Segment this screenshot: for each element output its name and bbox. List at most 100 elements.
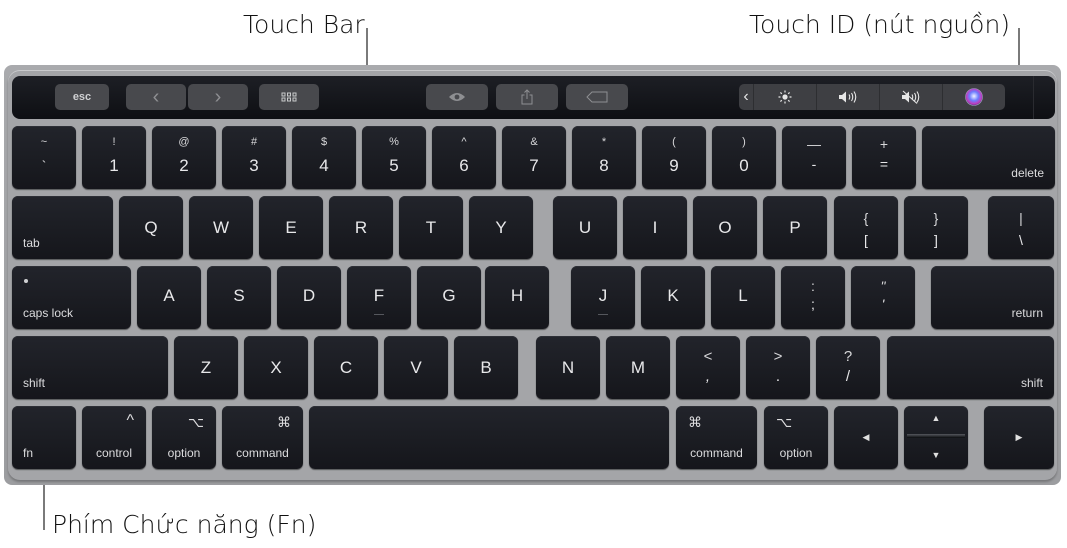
key-tab[interactable]: tab (12, 196, 113, 259)
volume-icon (839, 91, 857, 103)
key-backtick[interactable]: ~ ` (12, 126, 76, 189)
key-5[interactable]: % 5 (362, 126, 426, 189)
key-2[interactable]: @2 (152, 126, 216, 189)
arrow-up-icon[interactable]: ▲ (904, 413, 968, 423)
key-r[interactable]: R (329, 196, 393, 259)
key-3[interactable]: #3 (222, 126, 286, 189)
key-f[interactable]: F (347, 266, 411, 329)
key-g[interactable]: G (417, 266, 481, 329)
key-8[interactable]: * 8 (572, 126, 636, 189)
key-p[interactable]: P (763, 196, 827, 259)
key-y[interactable]: Y (469, 196, 533, 259)
key-4[interactable]: $4 (292, 126, 356, 189)
key-char: ] (934, 232, 938, 248)
key-x[interactable]: X (244, 336, 308, 399)
touch-bar-quick-look-button[interactable] (426, 84, 488, 110)
key-char: H (510, 286, 524, 305)
key-char: 6 (459, 156, 469, 175)
key-label: shift (23, 376, 46, 390)
key-1[interactable]: ! 1 (82, 126, 146, 189)
touch-bar-back-button[interactable]: ‹ (126, 84, 186, 110)
key-comma[interactable]: <, (676, 336, 740, 399)
key-arrow-left[interactable]: ◀ (834, 406, 898, 469)
key-u[interactable]: U (553, 196, 617, 259)
key-d[interactable]: D (277, 266, 341, 329)
control-strip[interactable]: ‹ (739, 84, 1005, 110)
key-i[interactable]: I (623, 196, 687, 259)
key-w[interactable]: W (189, 196, 253, 259)
key-space[interactable] (309, 406, 669, 469)
key-a[interactable]: A (137, 266, 201, 329)
key-0[interactable]: ) 0 (712, 126, 776, 189)
touch-bar-launchpad-button[interactable] (259, 84, 319, 110)
key-m[interactable]: M (606, 336, 670, 399)
key-slash[interactable]: ? / (816, 336, 880, 399)
key-char: = (879, 156, 889, 172)
key-command-right[interactable]: ⌘ command (676, 406, 757, 469)
mute-button[interactable] (879, 84, 942, 110)
arrow-down-icon[interactable]: ▼ (904, 450, 968, 460)
key-return[interactable]: return (931, 266, 1054, 329)
key-char: B (480, 358, 492, 377)
home-row-bump (374, 314, 384, 315)
key-q[interactable]: Q (119, 196, 183, 259)
key-backslash[interactable]: | \ (988, 196, 1054, 259)
key-minus[interactable]: — - (782, 126, 846, 189)
key-option-left[interactable]: ⌥ option (152, 406, 216, 469)
tag-icon (586, 91, 608, 103)
key-n[interactable]: N (536, 336, 600, 399)
key-option-right[interactable]: ⌥ option (764, 406, 828, 469)
key-label: tab (23, 236, 40, 250)
key-v[interactable]: V (384, 336, 448, 399)
key-semicolon[interactable]: :; (781, 266, 845, 329)
key-control[interactable]: ^ control (82, 406, 146, 469)
volume-button[interactable] (816, 84, 879, 110)
key-t[interactable]: T (399, 196, 463, 259)
siri-button[interactable] (942, 84, 1005, 110)
key-label: command (690, 446, 743, 460)
key-arrow-right[interactable]: ▶ (984, 406, 1054, 469)
key-label: shift (1020, 376, 1043, 390)
key-c[interactable]: C (314, 336, 378, 399)
key-e[interactable]: E (259, 196, 323, 259)
touch-bar-forward-button[interactable]: › (188, 84, 248, 110)
mute-icon (902, 90, 920, 104)
key-char: R (354, 218, 368, 237)
key-7[interactable]: & 7 (502, 126, 566, 189)
key-9[interactable]: (9 (642, 126, 706, 189)
key-command-left[interactable]: ⌘ command (222, 406, 303, 469)
key-arrow-up-down[interactable]: ▲ ▼ (904, 406, 968, 469)
key-6[interactable]: ^ 6 (432, 126, 496, 189)
key-right-bracket[interactable]: }] (904, 196, 968, 259)
key-label: option (779, 446, 813, 460)
key-delete[interactable]: delete (922, 126, 1055, 189)
key-b[interactable]: B (454, 336, 518, 399)
touch-bar-esc-button[interactable]: esc (55, 84, 109, 110)
caps-lock-indicator (24, 279, 28, 283)
key-char: K (667, 286, 679, 305)
key-shift-right[interactable]: shift (887, 336, 1054, 399)
key-k[interactable]: K (641, 266, 705, 329)
launchpad-grid-icon (281, 92, 297, 102)
control-strip-collapse-button[interactable]: ‹ (739, 84, 753, 110)
key-s[interactable]: S (207, 266, 271, 329)
key-o[interactable]: O (693, 196, 757, 259)
key-left-bracket[interactable]: {[ (834, 196, 898, 259)
key-shift-left[interactable]: shift (12, 336, 168, 399)
key-j[interactable]: J (571, 266, 635, 329)
key-l[interactable]: L (711, 266, 775, 329)
touch-bar[interactable]: esc ‹ › ‹ (12, 76, 1055, 119)
key-quote[interactable]: " ' (851, 266, 915, 329)
key-h[interactable]: H (485, 266, 549, 329)
key-equals[interactable]: + = (852, 126, 916, 189)
key-char: 0 (739, 156, 749, 175)
touch-id-sensor[interactable] (1033, 76, 1056, 119)
touch-bar-share-button[interactable] (496, 84, 558, 110)
key-fn[interactable]: fn (12, 406, 76, 469)
key-period[interactable]: >. (746, 336, 810, 399)
key-caps-lock[interactable]: caps lock (12, 266, 131, 329)
touch-bar-tags-button[interactable] (566, 84, 628, 110)
key-z[interactable]: Z (174, 336, 238, 399)
command-icon: ⌘ (688, 414, 702, 430)
brightness-button[interactable] (753, 84, 816, 110)
